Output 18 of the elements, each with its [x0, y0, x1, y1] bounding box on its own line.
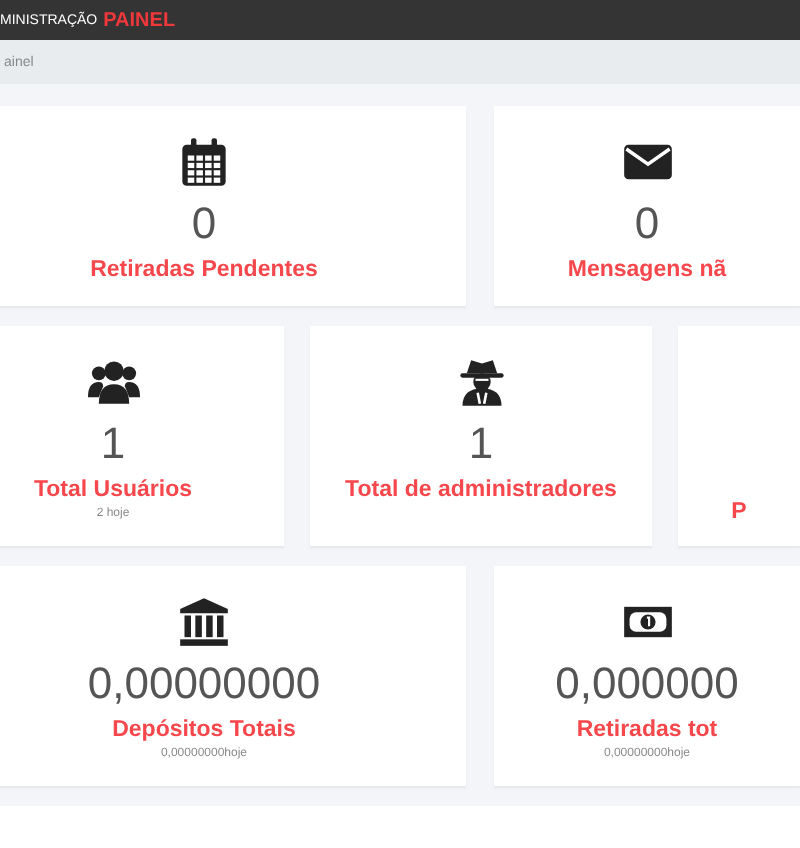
stat-label: Mensagens nã: [567, 258, 727, 282]
stat-label: Total Usuários: [33, 478, 193, 502]
stat-label: Retiradas tot: [576, 718, 718, 742]
app-title-accent: PAINEL: [103, 9, 176, 31]
stat-value: 0,00000000: [87, 660, 321, 708]
users-icon: [87, 356, 139, 408]
stat-value: 0: [191, 200, 217, 248]
calendar-icon: [178, 136, 230, 188]
stat-label: Depósitos Totais: [112, 718, 296, 742]
stat-value: 0,000000: [555, 660, 739, 708]
stat-value: 1: [100, 420, 126, 468]
stat-value: 0: [634, 200, 660, 248]
bank-icon: [178, 596, 230, 648]
stat-label: Total de administradores: [345, 478, 617, 502]
spy-icon: [455, 356, 507, 408]
stat-label: Retiradas Pendentes: [90, 258, 318, 282]
stat-value: 1: [468, 420, 494, 468]
stat-label: P: [731, 500, 747, 524]
